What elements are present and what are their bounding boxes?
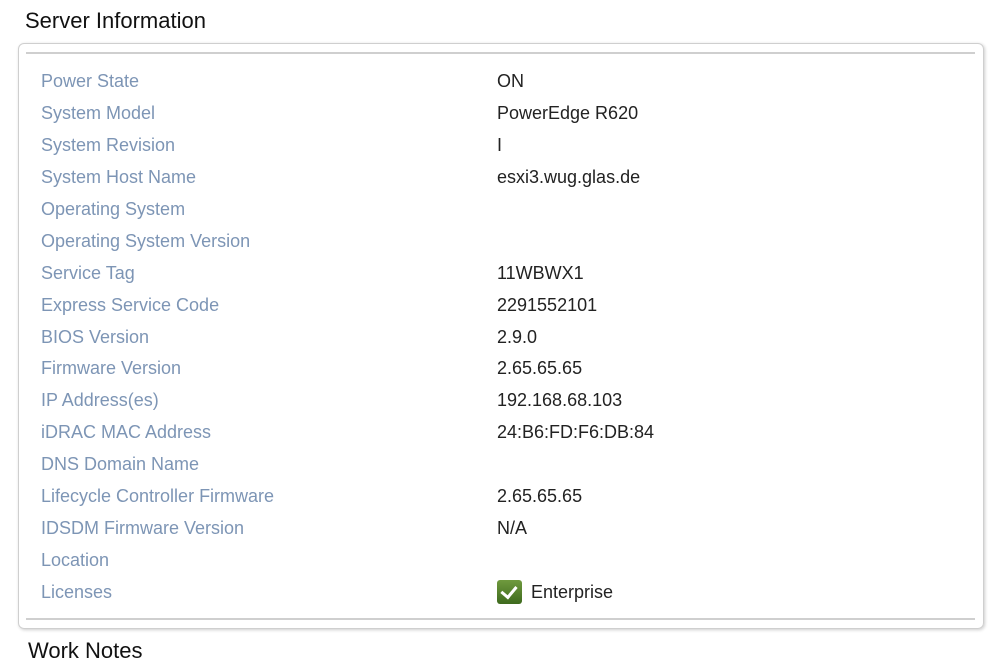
info-row: IDSDM Firmware Version N/A xyxy=(41,512,654,544)
info-label: DNS Domain Name xyxy=(41,454,200,475)
info-label: Lifecycle Controller Firmware xyxy=(41,486,275,507)
info-value: 11WBWX1 xyxy=(497,262,584,283)
info-row: Lifecycle Controller Firmware 2.65.65.65 xyxy=(41,481,654,513)
info-row: Service Tag 11WBWX1 xyxy=(41,257,654,289)
info-row: Firmware Version 2.65.65.65 xyxy=(41,353,654,385)
info-value: N/A xyxy=(497,517,528,538)
info-label: IP Address(es) xyxy=(41,390,159,411)
info-row: iDRAC MAC Address 24:B6:FD:F6:DB:84 xyxy=(41,417,654,449)
info-value: esxi3.wug.glas.de xyxy=(497,167,641,188)
info-value: 2291552101 xyxy=(497,294,598,315)
info-value: 24:B6:FD:F6:DB:84 xyxy=(497,422,655,443)
license-text: Enterprise xyxy=(531,581,614,602)
info-table: Power State ON System Model PowerEdge R620 S… xyxy=(41,66,654,608)
info-label: iDRAC MAC Address xyxy=(41,422,212,443)
info-label: Express Service Code xyxy=(41,294,220,315)
info-label: IDSDM Firmware Version xyxy=(41,517,245,538)
work-notes-title: Work Notes xyxy=(28,638,143,663)
info-row: Power State ON xyxy=(41,66,654,98)
info-value: 2.9.0 xyxy=(497,326,538,347)
info-value: PowerEdge R620 xyxy=(497,103,639,124)
info-value: I xyxy=(497,135,503,156)
server-info-panel: Power State ON System Model PowerEdge R620 S… xyxy=(18,43,984,629)
info-row: Express Service Code 2291552101 xyxy=(41,289,654,321)
info-row: BIOS Version 2.9.0 xyxy=(41,321,654,353)
info-value: ON xyxy=(497,71,524,92)
info-row: Operating System Version xyxy=(41,225,654,257)
divider xyxy=(26,618,975,620)
info-row: IP Address(es) 192.168.68.103 xyxy=(41,385,654,417)
info-value: 2.65.65.65 xyxy=(497,358,583,379)
checkmark-icon xyxy=(497,580,522,605)
info-label: System Model xyxy=(41,103,156,124)
info-row: Licenses Enterprise xyxy=(41,576,654,608)
info-row: Location xyxy=(41,544,654,576)
info-value: Enterprise xyxy=(497,580,614,605)
info-row: System Host Name esxi3.wug.glas.de xyxy=(41,162,654,194)
info-row: Operating System xyxy=(41,194,654,226)
info-label: Service Tag xyxy=(41,262,135,283)
info-label: Operating System Version xyxy=(41,230,251,251)
info-label: Operating System xyxy=(41,199,186,219)
info-row: DNS Domain Name xyxy=(41,449,654,481)
divider xyxy=(26,52,975,54)
info-row: System Model PowerEdge R620 xyxy=(41,98,654,130)
info-row: System Revision I xyxy=(41,130,654,162)
section-title: Server Information xyxy=(25,8,206,33)
info-label: BIOS Version xyxy=(41,326,150,347)
info-label: System Host Name xyxy=(41,167,197,188)
info-value: 192.168.68.103 xyxy=(497,390,623,411)
info-label: Power State xyxy=(41,71,140,92)
info-label: Location xyxy=(41,549,110,570)
info-label: System Revision xyxy=(41,135,176,156)
info-value: 2.65.65.65 xyxy=(497,486,583,507)
info-label: Licenses xyxy=(41,581,113,602)
info-label: Firmware Version xyxy=(41,358,182,379)
